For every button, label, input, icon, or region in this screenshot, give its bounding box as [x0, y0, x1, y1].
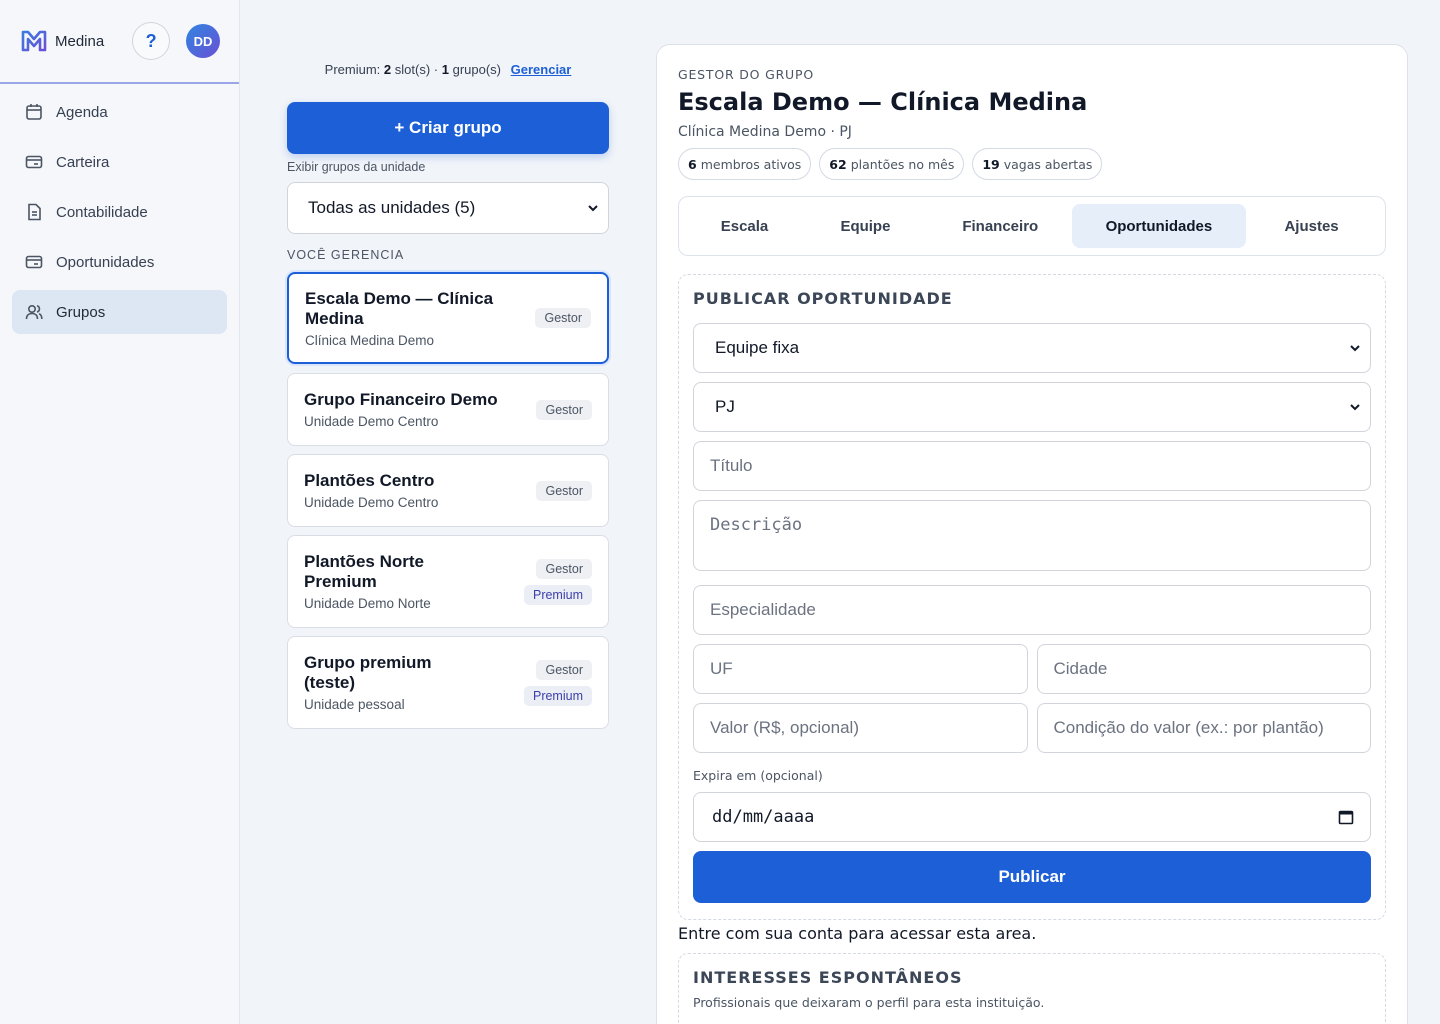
expires-date-value: dd/mm/aaaa	[712, 807, 815, 827]
avatar[interactable]: DD	[186, 24, 220, 58]
unit-filter-select[interactable]: Todas as unidades (5)	[287, 182, 609, 234]
app-name: Medina	[55, 32, 105, 50]
group-card[interactable]: Plantões Centro Unidade Demo Centro Gest…	[287, 454, 609, 527]
stat-shifts: 62 plantões no mês	[819, 148, 965, 180]
group-name: Plantões Centro	[304, 471, 435, 490]
groups-count: 1	[441, 62, 449, 77]
slots-text: slot(s) ·	[394, 62, 439, 77]
group-unit: Clínica Medina Demo	[305, 332, 435, 348]
group-unit: Unidade Demo Centro	[304, 495, 439, 510]
specialty-input[interactable]: Especialidade	[693, 585, 1371, 635]
premium-summary: Premium: 2 slot(s) · 1 grupo(s) Gerencia…	[287, 62, 609, 77]
interests-title: INTERESSES ESPONTÂNEOS	[693, 968, 963, 987]
sidebar-item-contabilidade[interactable]: Contabilidade	[12, 190, 227, 234]
group-name: Grupo premium (teste)	[304, 653, 432, 692]
value-input[interactable]: Valor (R$, opcional)	[693, 703, 1028, 753]
sidebar-item-label: Grupos	[56, 303, 106, 321]
manage-link[interactable]: Gerenciar	[511, 62, 572, 77]
unit-filter-label: Exibir grupos da unidade	[287, 160, 426, 174]
stat-members: 6 membros ativos	[678, 148, 812, 180]
sidebar-header: Medina ? DD	[0, 0, 239, 84]
panel-kicker: GESTOR DO GRUPO	[678, 67, 814, 82]
value-condition-input[interactable]: Condição do valor (ex.: por plantão)	[1036, 703, 1371, 753]
calendar-icon[interactable]	[1338, 809, 1354, 825]
group-name: Escala Demo — Clínica Medina	[305, 288, 494, 328]
publish-opportunity-form: PUBLICAR OPORTUNIDADE Equipe fixa PJ Tít…	[678, 274, 1386, 920]
group-card[interactable]: Escala Demo — Clínica Medina Clínica Medi…	[287, 272, 609, 364]
sidebar-item-grupos[interactable]: Grupos	[12, 290, 227, 334]
title-input[interactable]: Título	[693, 441, 1371, 491]
role-badge: Gestor	[536, 399, 592, 420]
create-group-button[interactable]: + Criar grupo	[287, 102, 609, 154]
sidebar-item-label: Contabilidade	[56, 203, 148, 221]
premium-badge: Premium	[523, 584, 592, 605]
regime-value: PJ	[715, 397, 735, 416]
app-logo[interactable]: Medina	[19, 26, 104, 56]
sidebar-item-label: Agenda	[56, 103, 108, 121]
tab-equipe[interactable]: Equipe	[802, 204, 929, 248]
role-badge: Gestor	[536, 480, 592, 501]
group-card[interactable]: Grupo premium (teste) Unidade pessoal Ges…	[287, 636, 609, 729]
group-name: Plantões Norte Premium	[304, 552, 424, 591]
city-input[interactable]: Cidade	[1036, 644, 1371, 694]
group-unit: Unidade Demo Centro	[304, 414, 439, 429]
panel-tabs: Escala Equipe Financeiro Oportunidades A…	[678, 196, 1386, 256]
regime-select[interactable]: PJ	[693, 382, 1371, 432]
opportunity-type-value: Equipe fixa	[715, 338, 800, 357]
interests-description: Profissionais que deixaram o perfil para…	[693, 995, 1045, 1010]
premium-badge: Premium	[523, 685, 592, 706]
sidebar-nav: Agenda Carteira Contabilidade Oportunida…	[0, 84, 239, 334]
group-card[interactable]: Grupo Financeiro Demo Unidade Demo Centr…	[287, 373, 609, 446]
groups-text: grupo(s)	[452, 62, 502, 77]
chevron-down-icon	[1350, 404, 1360, 411]
group-unit: Unidade pessoal	[304, 697, 405, 712]
sidebar: Medina ? DD Agenda Carteira Contabilidad…	[0, 0, 240, 1024]
slots-count: 2	[383, 62, 392, 77]
description-textarea[interactable]: Descrição	[693, 500, 1371, 571]
medina-logo-icon	[21, 30, 47, 52]
tab-ajustes[interactable]: Ajustes	[1246, 204, 1377, 248]
chevron-down-icon	[1350, 345, 1360, 352]
calendar-icon	[26, 104, 42, 120]
sidebar-item-oportunidades[interactable]: Oportunidades	[12, 240, 227, 284]
help-button[interactable]: ?	[132, 22, 171, 60]
page-title: Escala Demo — Clínica Medina	[678, 88, 1088, 116]
login-message: Entre com sua conta para acessar esta ar…	[678, 924, 1037, 943]
sidebar-item-carteira[interactable]: Carteira	[12, 140, 227, 184]
group-manager-panel: GESTOR DO GRUPO Escala Demo — Clínica Me…	[656, 44, 1408, 1024]
document-icon	[28, 203, 41, 221]
group-card[interactable]: Plantões Norte Premium Unidade Demo Norte…	[287, 535, 609, 628]
role-badge: Gestor	[535, 308, 591, 328]
expires-label: Expira em (opcional)	[693, 768, 823, 783]
tab-oportunidades[interactable]: Oportunidades	[1071, 204, 1247, 248]
wallet-icon	[25, 255, 43, 269]
wallet-icon	[25, 155, 43, 169]
unit-filter-value: Todas as unidades (5)	[308, 198, 476, 217]
managed-section-label: VOCÊ GERENCIA	[287, 248, 405, 262]
group-unit: Unidade Demo Norte	[304, 596, 431, 611]
expires-date-input[interactable]: dd/mm/aaaa	[693, 792, 1371, 842]
premium-prefix: Premium:	[324, 62, 381, 77]
sidebar-item-label: Carteira	[56, 153, 110, 171]
sidebar-item-agenda[interactable]: Agenda	[12, 90, 227, 134]
role-badge: Gestor	[536, 558, 592, 579]
role-badge: Gestor	[536, 659, 592, 680]
tab-financeiro[interactable]: Financeiro	[929, 204, 1072, 248]
publish-button[interactable]: Publicar	[693, 851, 1371, 903]
stats-row: 6 membros ativos 62 plantões no mês 19 vaga…	[678, 148, 1386, 180]
group-name: Grupo Financeiro Demo	[304, 390, 498, 409]
form-title: PUBLICAR OPORTUNIDADE	[693, 289, 953, 308]
uf-input[interactable]: UF	[693, 644, 1028, 694]
panel-subtitle: Clínica Medina Demo · PJ	[678, 124, 852, 140]
chevron-down-icon	[588, 205, 598, 212]
tab-escala[interactable]: Escala	[687, 204, 802, 248]
users-icon	[25, 304, 43, 320]
opportunity-type-select[interactable]: Equipe fixa	[693, 323, 1371, 373]
spontaneous-interests-section: INTERESSES ESPONTÂNEOS Profissionais que…	[678, 953, 1386, 1024]
sidebar-item-label: Oportunidades	[56, 253, 155, 271]
stat-openings: 19 vagas abertas	[972, 148, 1103, 180]
